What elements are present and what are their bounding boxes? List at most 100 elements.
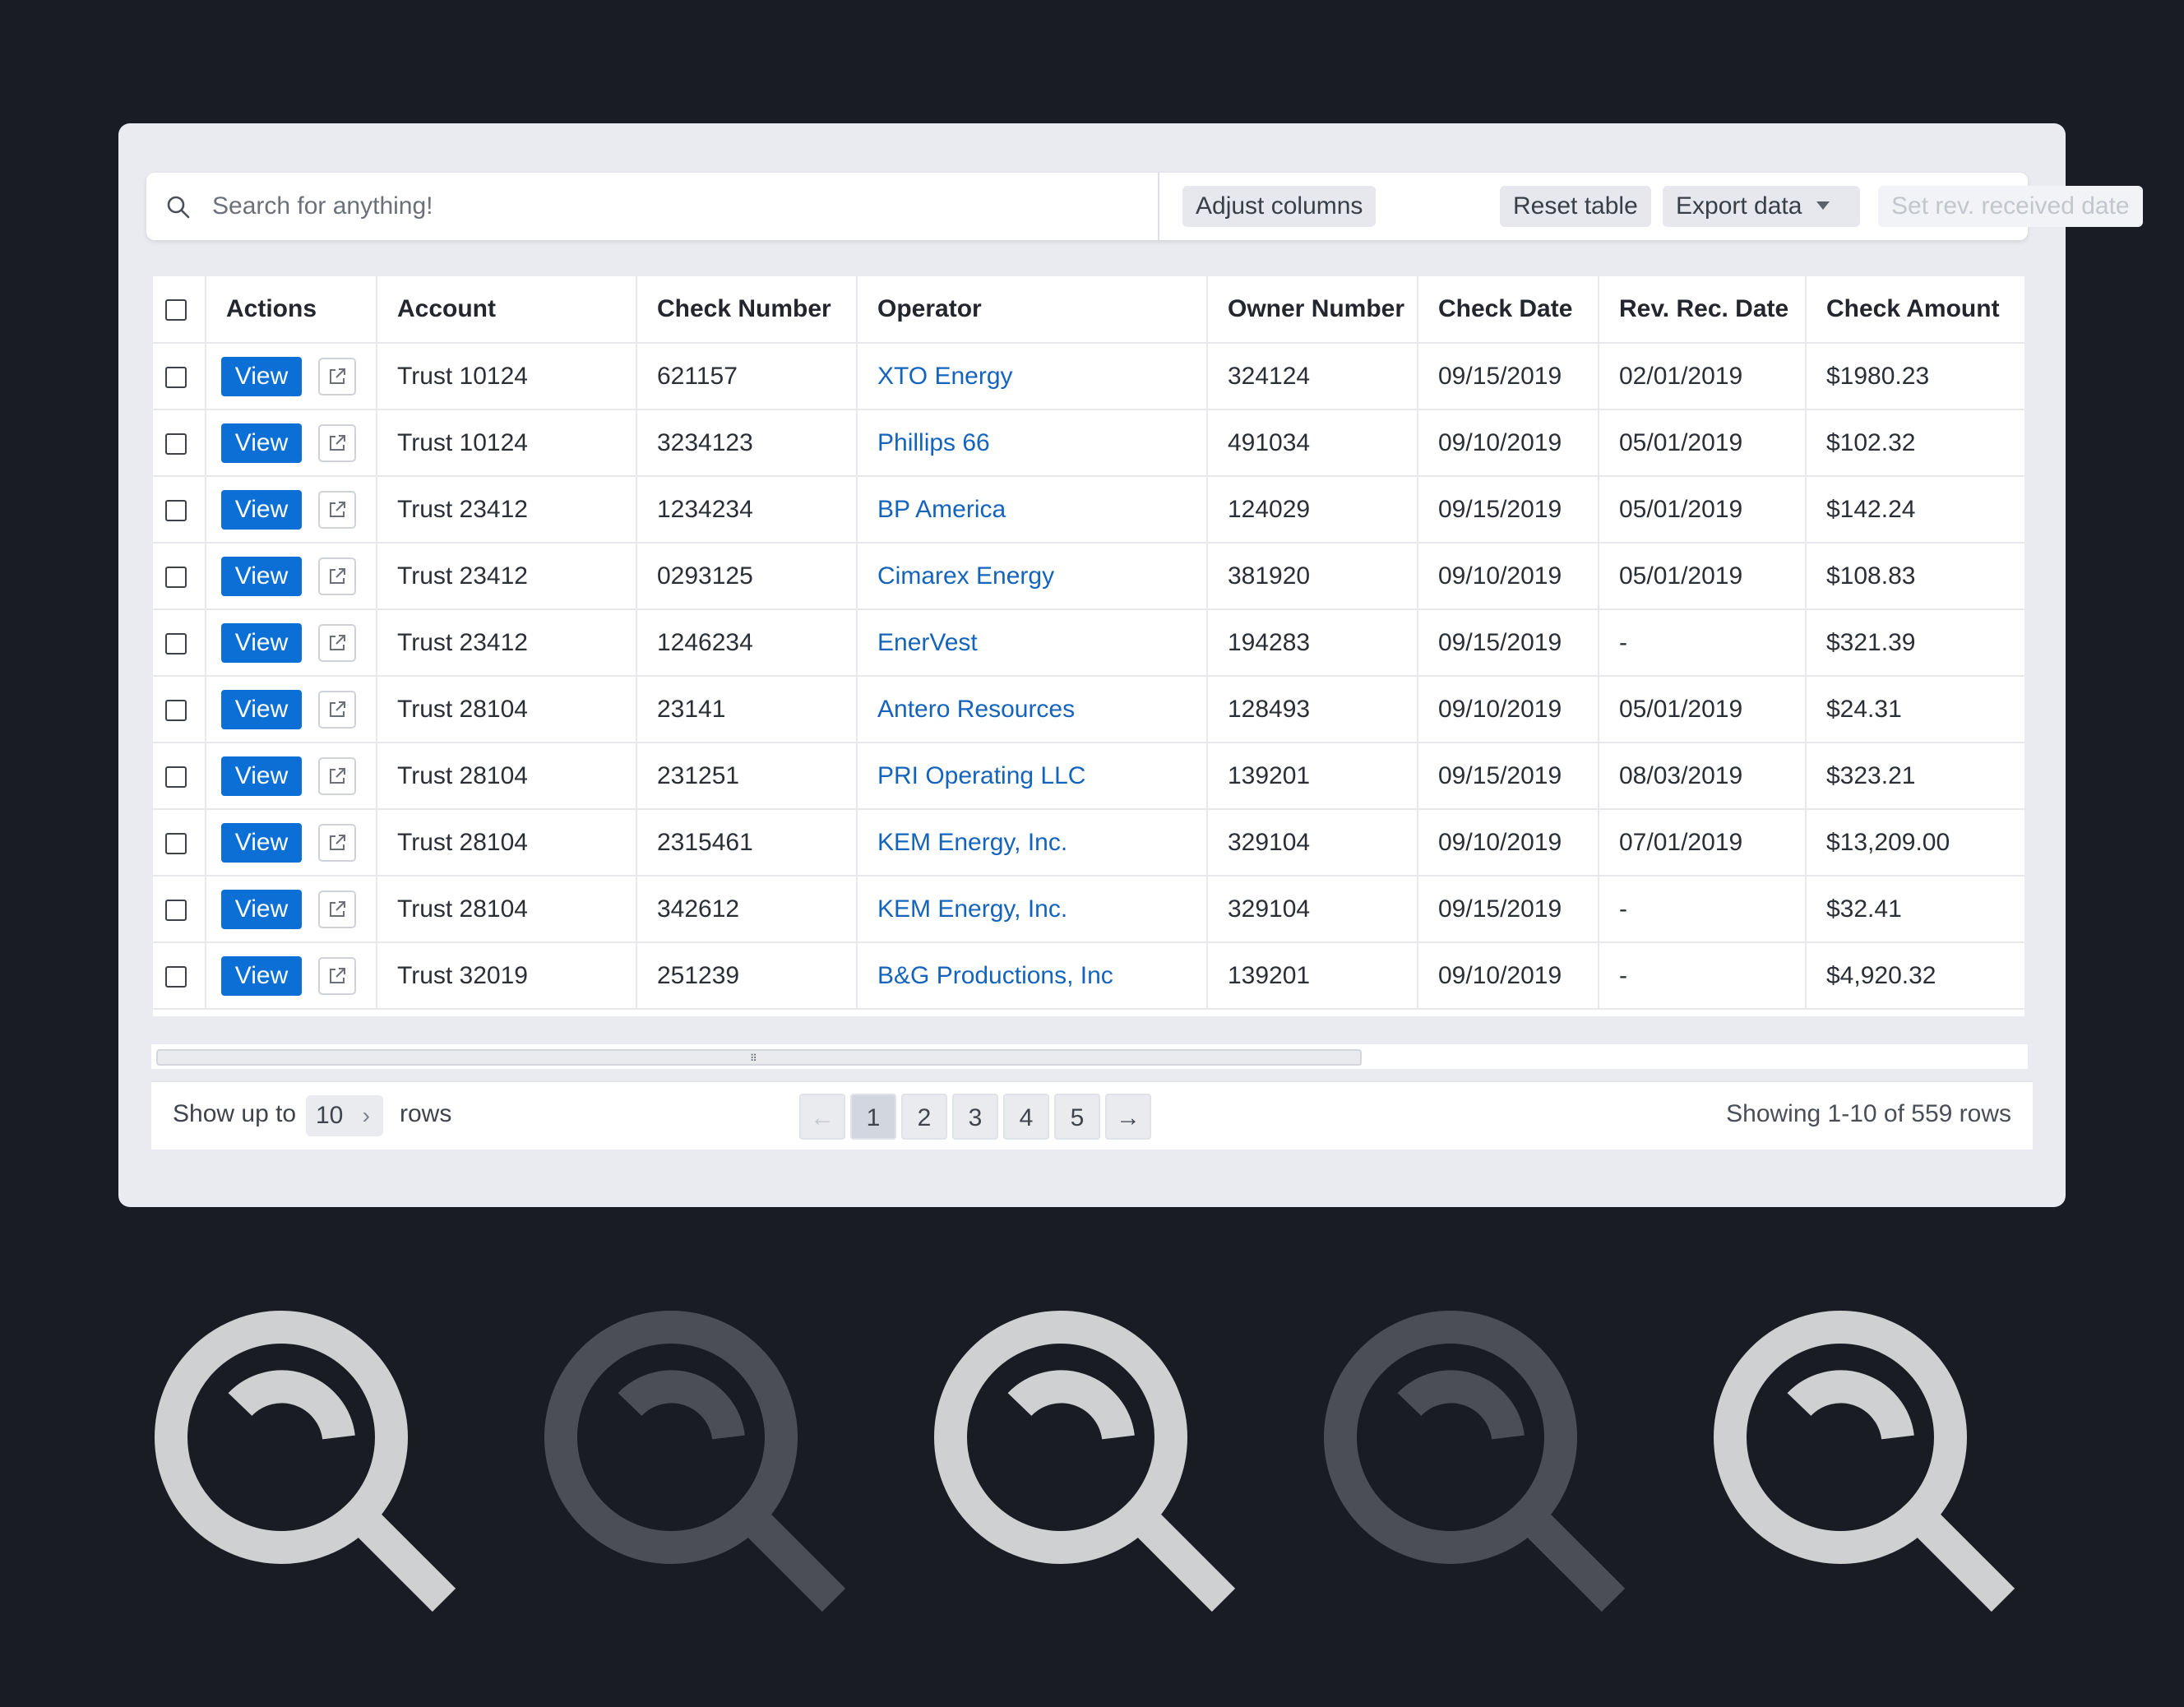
export-data-label: Export data [1676, 192, 1802, 220]
open-external-button[interactable] [318, 623, 356, 662]
view-button[interactable]: View [221, 689, 302, 729]
open-external-button[interactable] [318, 490, 356, 529]
view-button[interactable]: View [221, 622, 302, 663]
open-external-button[interactable] [318, 956, 356, 995]
header-check-date[interactable]: Check Date [1418, 276, 1599, 344]
header-owner-number[interactable]: Owner Number [1207, 276, 1418, 344]
scrollbar-thumb[interactable]: ⠿ [156, 1049, 1362, 1066]
open-external-button[interactable] [318, 357, 356, 396]
cell-operator-link[interactable]: BP America [857, 476, 1208, 544]
table-row: View Trust 10124 621157 XTO Energy 324124 09/… [153, 343, 2024, 410]
export-data-dropdown[interactable]: Export data [1663, 186, 1860, 227]
table-footer: Show up to 10 › rows ← 1 2 3 4 5 → Showi… [151, 1080, 2033, 1150]
cell-account: Trust 23412 [377, 609, 637, 677]
cell-owner-number: 194283 [1207, 609, 1418, 677]
row-actions-cell: View [206, 676, 377, 743]
cell-account: Trust 28104 [377, 876, 637, 943]
row-select-cell [153, 476, 206, 544]
header-check-number[interactable]: Check Number [636, 276, 858, 344]
row-actions-cell: View [206, 409, 377, 477]
row-select-cell [153, 942, 206, 1010]
cell-account: Trust 28104 [377, 676, 637, 743]
cell-check-date: 09/10/2019 [1418, 676, 1599, 743]
show-up-to-label: Show up to [173, 1100, 297, 1127]
cell-operator-link[interactable]: KEM Energy, Inc. [857, 809, 1208, 877]
row-checkbox[interactable] [165, 965, 187, 988]
cell-operator-link[interactable]: Antero Resources [857, 676, 1208, 743]
header-rev-rec-date[interactable]: Rev. Rec. Date [1599, 276, 1807, 344]
cell-operator-link[interactable]: KEM Energy, Inc. [857, 876, 1208, 943]
view-button[interactable]: View [221, 889, 302, 929]
open-external-button[interactable] [318, 890, 356, 928]
rows-per-page-select[interactable]: 10 › [306, 1095, 383, 1136]
adjust-columns-button[interactable]: Adjust columns [1182, 186, 1377, 227]
cell-account: Trust 23412 [377, 543, 637, 610]
row-checkbox[interactable] [165, 566, 187, 588]
row-checkbox[interactable] [165, 632, 187, 655]
cell-check-amount: $323.21 [1806, 742, 2024, 810]
cell-check-number: 231251 [636, 742, 858, 810]
row-checkbox[interactable] [165, 433, 187, 455]
table-row: View Trust 28104 23141 Antero Resources 1284… [153, 676, 2024, 743]
table-row: View Trust 23412 1246234 EnerVest 194283 09/1… [153, 609, 2024, 677]
cell-operator-link[interactable]: Cimarex Energy [857, 543, 1208, 610]
row-select-cell [153, 876, 206, 943]
table-row: View Trust 23412 0293125 Cimarex Energy 3819… [153, 543, 2024, 610]
cell-operator-link[interactable]: XTO Energy [857, 343, 1208, 410]
header-check-amount[interactable]: Check Amount [1806, 276, 2024, 344]
next-page-button[interactable]: → [1105, 1094, 1151, 1140]
view-button[interactable]: View [221, 356, 302, 396]
row-checkbox[interactable] [165, 766, 187, 788]
set-rev-received-date-button[interactable]: Set rev. received date [1878, 186, 2143, 227]
reset-table-button[interactable]: Reset table [1500, 186, 1651, 227]
open-external-button[interactable] [318, 756, 356, 795]
cell-account: Trust 32019 [377, 942, 637, 1010]
cell-operator-link[interactable]: B&G Productions, Inc [857, 942, 1208, 1010]
search-input[interactable] [211, 184, 1135, 229]
row-actions-cell: View [206, 343, 377, 410]
cell-rev-rec-date: 05/01/2019 [1599, 543, 1807, 610]
row-checkbox[interactable] [165, 499, 187, 521]
cell-operator-link[interactable]: PRI Operating LLC [857, 742, 1208, 810]
table-row: View Trust 28104 342612 KEM Energy, Inc. 329… [153, 876, 2024, 943]
page-5-button[interactable]: 5 [1054, 1094, 1100, 1140]
view-button[interactable]: View [221, 423, 302, 463]
cell-rev-rec-date: - [1599, 942, 1807, 1010]
search-icon [167, 196, 190, 219]
row-checkbox[interactable] [165, 366, 187, 388]
view-button[interactable]: View [221, 955, 302, 996]
row-checkbox[interactable] [165, 899, 187, 921]
page-1-button[interactable]: 1 [850, 1094, 896, 1140]
chevron-right-icon: › [362, 1103, 370, 1128]
table-row: View Trust 23412 1234234 BP America 124029 09… [153, 476, 2024, 544]
cell-check-date: 09/15/2019 [1418, 742, 1599, 810]
select-all-checkbox[interactable] [165, 299, 187, 322]
cell-check-number: 1246234 [636, 609, 858, 677]
view-button[interactable]: View [221, 756, 302, 796]
view-button[interactable]: View [221, 822, 302, 863]
prev-page-button[interactable]: ← [799, 1094, 845, 1140]
page-2-button[interactable]: 2 [901, 1094, 947, 1140]
page-3-button[interactable]: 3 [952, 1094, 998, 1140]
horizontal-scrollbar[interactable]: ⠿ [151, 1044, 2028, 1069]
view-button[interactable]: View [221, 556, 302, 596]
header-account[interactable]: Account [377, 276, 637, 344]
open-external-button[interactable] [318, 690, 356, 729]
cell-operator-link[interactable]: Phillips 66 [857, 409, 1208, 477]
row-checkbox[interactable] [165, 699, 187, 721]
open-external-button[interactable] [318, 423, 356, 462]
cell-check-amount: $13,209.00 [1806, 809, 2024, 877]
row-select-cell [153, 609, 206, 677]
table-panel: Adjust columns Reset table Export data S… [118, 123, 2143, 1207]
row-select-cell [153, 343, 206, 410]
view-button[interactable]: View [221, 489, 302, 530]
toolbar: Adjust columns Reset table Export data S… [146, 173, 2143, 240]
cell-operator-link[interactable]: EnerVest [857, 609, 1208, 677]
open-external-button[interactable] [318, 557, 356, 595]
open-external-button[interactable] [318, 823, 356, 862]
page-4-button[interactable]: 4 [1003, 1094, 1049, 1140]
search-icon [155, 1311, 456, 1612]
cell-rev-rec-date: 08/03/2019 [1599, 742, 1807, 810]
header-operator[interactable]: Operator [857, 276, 1208, 344]
row-checkbox[interactable] [165, 832, 187, 854]
